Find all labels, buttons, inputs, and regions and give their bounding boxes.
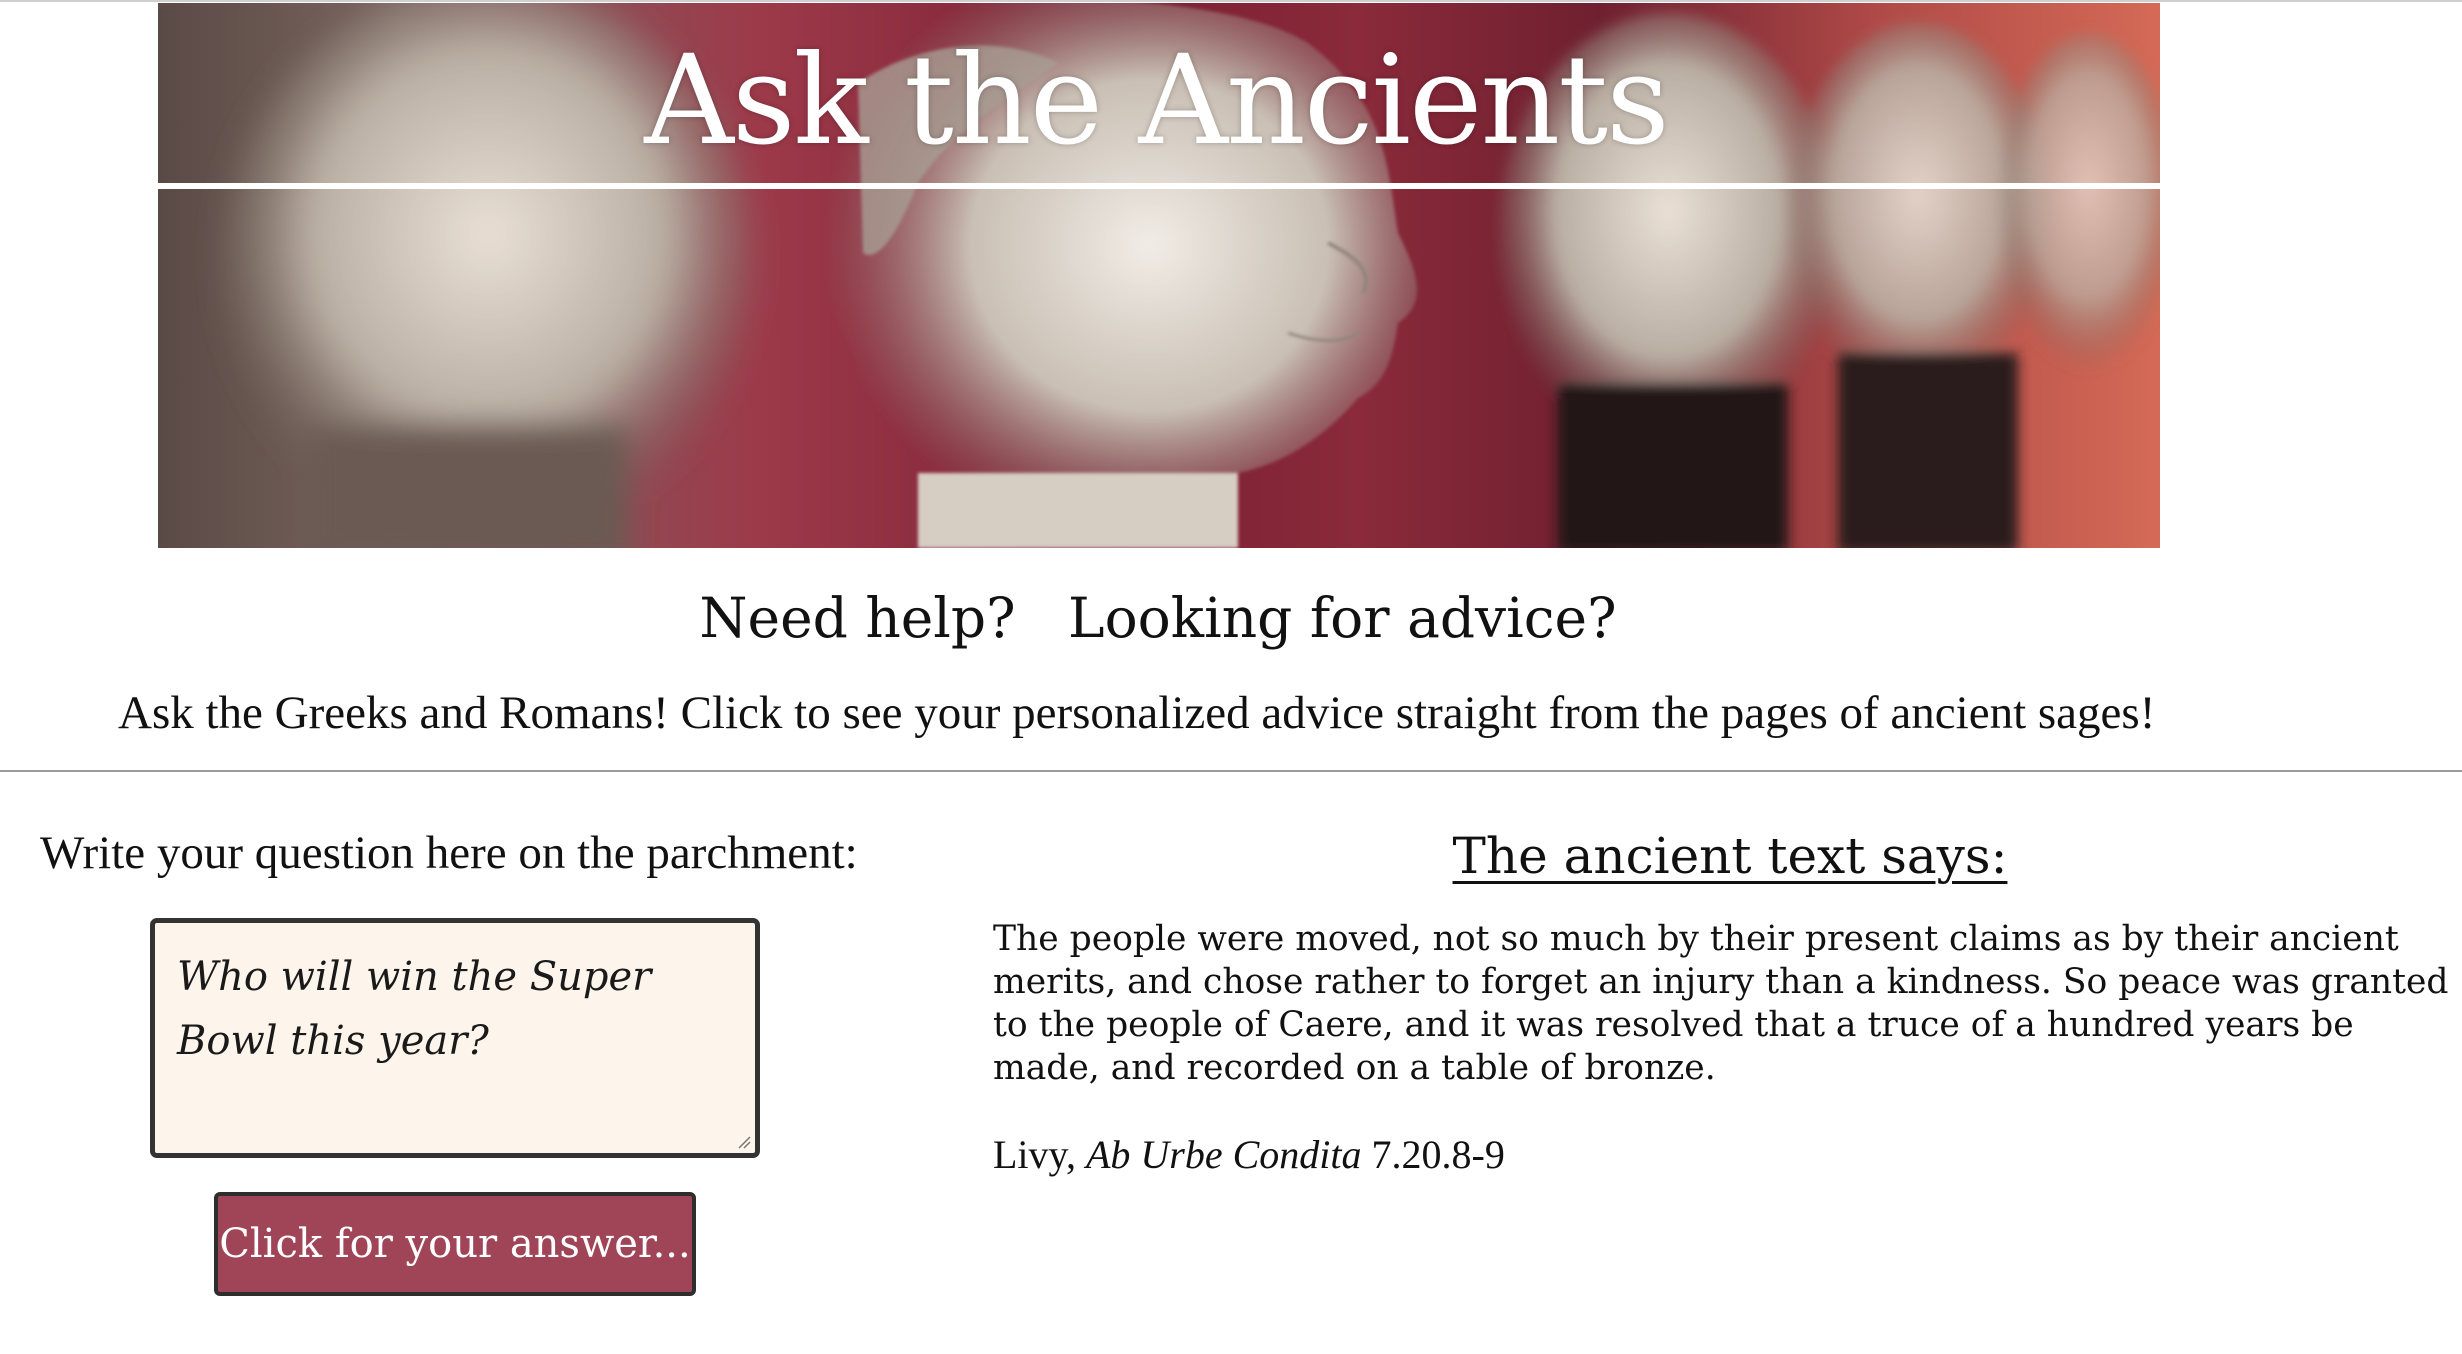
intro-description: Ask the Greeks and Romans! Click to see … <box>118 687 2156 739</box>
get-answer-button[interactable]: Click for your answer... <box>214 1192 696 1296</box>
answer-heading: The ancient text says: <box>1452 827 2008 885</box>
page: Ask the Ancients Need help? Looking for … <box>0 0 2462 1354</box>
citation-work: Ab Urbe Condita <box>1085 1132 1362 1177</box>
section-divider <box>0 770 2462 772</box>
answer-quote: The people were moved, not so much by th… <box>993 919 2449 1088</box>
hero-title-underline <box>158 183 2160 189</box>
parchment-textarea-frame: Who will win the Super Bowl this year? <box>150 918 760 1158</box>
question-textarea[interactable]: Who will win the Super Bowl this year? <box>155 923 755 1153</box>
citation-reference: 7.20.8-9 <box>1371 1132 1505 1177</box>
citation-author: Livy, <box>993 1132 1076 1177</box>
site-title: Ask the Ancients <box>644 29 1669 173</box>
top-border <box>0 0 2462 2</box>
resize-handle-icon[interactable] <box>735 1133 751 1149</box>
citation: Livy, Ab Urbe Condita 7.20.8-9 <box>993 1128 1505 1182</box>
intro-heading: Need help? Looking for advice? <box>699 586 1617 650</box>
question-label: Write your question here on the parchmen… <box>40 827 858 879</box>
hero-banner: Ask the Ancients <box>158 3 2160 548</box>
